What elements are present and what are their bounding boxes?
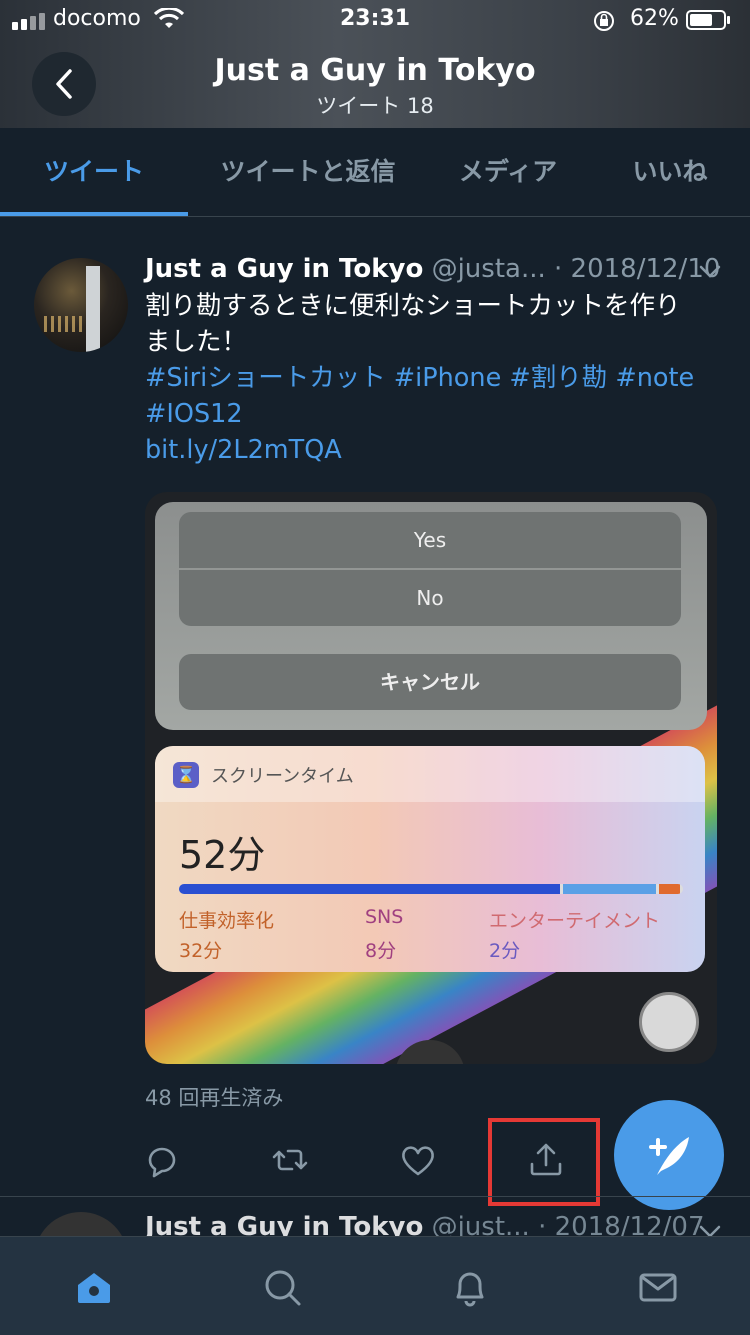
battery-icon: [686, 10, 730, 30]
chevron-down-icon[interactable]: [698, 264, 722, 280]
hourglass-icon: ⌛: [173, 762, 199, 788]
tab-tweets[interactable]: ツイート: [0, 128, 188, 216]
profile-header: docomo 23:31 62% Just a Guy in Tokyo ツイー…: [0, 0, 750, 128]
tweet-media-video[interactable]: Yes No キャンセル ⌛ スクリーンタイム 52分 仕事効率化 32分 SN…: [145, 492, 717, 1064]
battery-percent: 62%: [630, 6, 679, 31]
tweet-hashtag-ios12[interactable]: #IOS12: [145, 396, 243, 432]
share-highlight-box: [488, 1118, 600, 1206]
tweet-author-handle: @justa...: [431, 254, 546, 284]
alert-yes-button: Yes: [179, 512, 681, 568]
bottom-nav: [0, 1236, 750, 1335]
tweet-text-line2: ました！: [145, 327, 248, 357]
rotation-lock-icon: [594, 11, 614, 31]
tab-tweets-replies[interactable]: ツイートと返信: [198, 128, 418, 216]
avatar[interactable]: [34, 258, 128, 352]
page-title: Just a Guy in Tokyo: [214, 53, 536, 88]
view-count: 48 回再生済み: [145, 1086, 284, 1110]
retweet-icon[interactable]: [270, 1140, 310, 1180]
assistive-touch-icon: [639, 992, 699, 1052]
active-tab-indicator: [0, 212, 188, 216]
home-icon[interactable]: [74, 1267, 114, 1307]
category-value: 32分: [179, 940, 223, 962]
compose-icon: [649, 1137, 689, 1175]
heart-icon[interactable]: [398, 1140, 438, 1180]
tweet-author-name[interactable]: Just a Guy in Tokyo: [145, 254, 423, 284]
category-label: エンターテイメント: [489, 910, 661, 932]
notifications-icon[interactable]: [450, 1267, 490, 1307]
usage-bar-segment: [659, 884, 680, 894]
reply-icon[interactable]: [142, 1140, 182, 1180]
usage-bar-segment: [563, 884, 656, 894]
messages-icon[interactable]: [638, 1267, 678, 1307]
widget-title: スクリーンタイム: [211, 766, 354, 787]
category-label: SNS: [365, 906, 404, 928]
widget-total: 52分: [179, 833, 266, 877]
usage-bar: [179, 884, 683, 894]
compose-tweet-button[interactable]: [614, 1100, 724, 1210]
alert-no-button: No: [179, 570, 681, 626]
category-value: 8分: [365, 940, 397, 962]
profile-tabs: ツイート ツイートと返信 メディア いいね: [0, 128, 750, 217]
tab-likes[interactable]: いいね: [600, 128, 740, 216]
tweet-hashtags[interactable]: #Siriショートカット #iPhone #割り勘 #note: [145, 360, 694, 396]
screen-time-widget: ⌛ スクリーンタイム 52分 仕事効率化 32分 SNS 8分 エンターテイメン…: [155, 746, 705, 972]
alert-cancel-button: キャンセル: [179, 654, 681, 710]
tweet-separator: ·: [545, 254, 571, 284]
alert-dialog: Yes No キャンセル: [155, 502, 707, 730]
tweet-link[interactable]: bit.ly/2L2mTQA: [145, 432, 342, 468]
usage-bar-segment: [179, 884, 560, 894]
search-icon[interactable]: [262, 1267, 302, 1307]
tab-media[interactable]: メディア: [430, 128, 586, 216]
tweet-header: Just a Guy in Tokyo @justa... · 2018/12/…: [145, 254, 720, 284]
category-label: 仕事効率化: [179, 910, 275, 932]
status-bar: docomo 23:31 62%: [0, 0, 750, 40]
tweet-text-line1: 割り勘するときに便利なショートカットを作り: [145, 291, 681, 321]
tweet-count: ツイート 18: [316, 94, 434, 118]
category-value: 2分: [489, 940, 521, 962]
